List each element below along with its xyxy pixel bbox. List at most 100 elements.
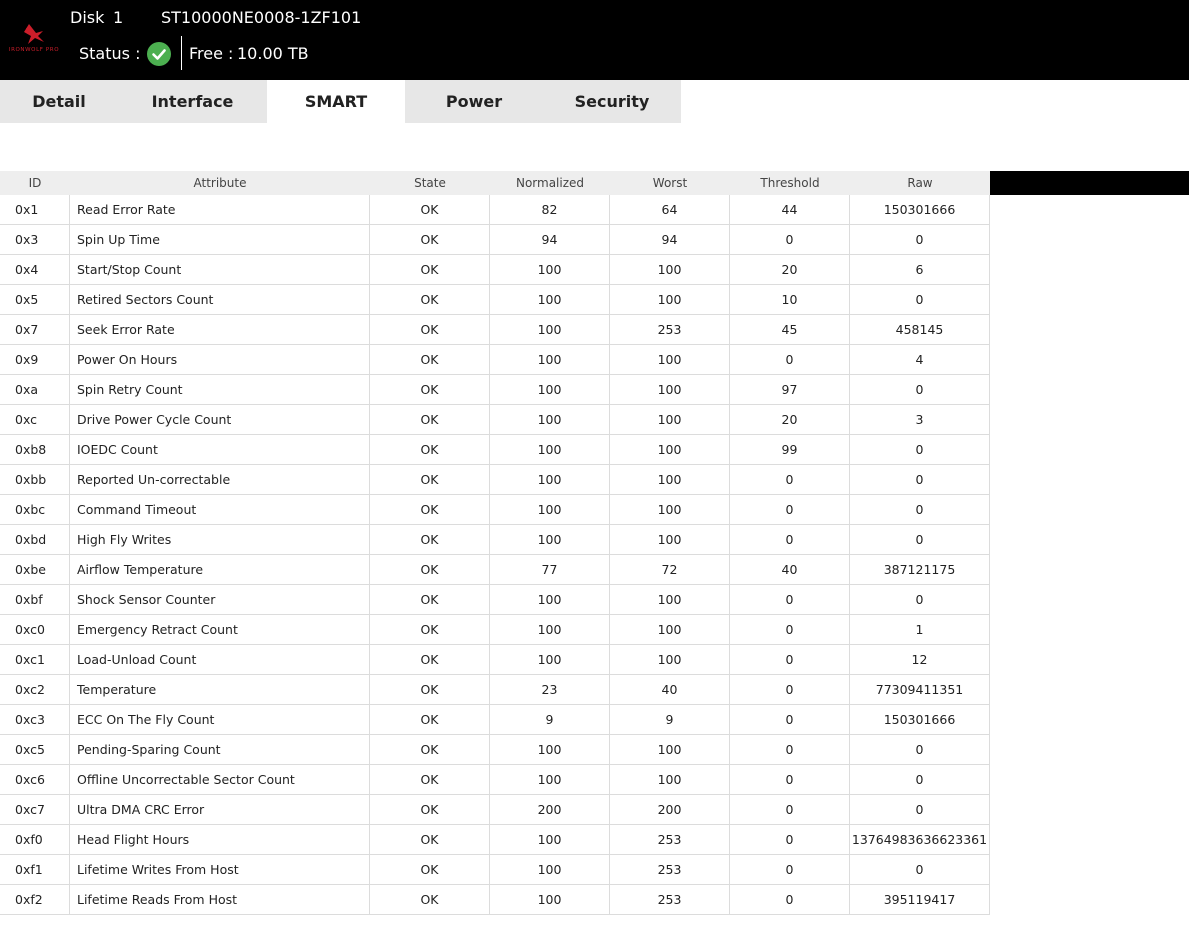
cell-state: OK xyxy=(370,555,490,585)
cell-id: 0xbc xyxy=(0,495,70,525)
app-header: IRONWOLF PRO Disk 1 ST10000NE0008-1ZF101… xyxy=(0,0,1189,80)
cell-state: OK xyxy=(370,405,490,435)
cell-worst: 100 xyxy=(610,435,730,465)
cell-threshold: 0 xyxy=(730,885,850,915)
table-header-extension xyxy=(990,171,1189,195)
cell-raw: 12 xyxy=(850,645,990,675)
table-row[interactable]: 0xbf Shock Sensor Counter OK 100 100 0 0 xyxy=(0,585,990,615)
cell-worst: 253 xyxy=(610,885,730,915)
table-row[interactable]: 0xb8 IOEDC Count OK 100 100 99 0 xyxy=(0,435,990,465)
cell-state: OK xyxy=(370,855,490,885)
cell-threshold: 44 xyxy=(730,195,850,225)
cell-worst: 200 xyxy=(610,795,730,825)
table-row[interactable]: 0xf0 Head Flight Hours OK 100 253 0 1376498363… xyxy=(0,825,990,855)
cell-worst: 100 xyxy=(610,585,730,615)
cell-raw: 0 xyxy=(850,735,990,765)
tab-power[interactable]: Power xyxy=(405,80,543,123)
cell-state: OK xyxy=(370,285,490,315)
cell-state: OK xyxy=(370,615,490,645)
table-row[interactable]: 0xc3 ECC On The Fly Count OK 9 9 0 150301666 xyxy=(0,705,990,735)
table-row[interactable]: 0xbd High Fly Writes OK 100 100 0 0 xyxy=(0,525,990,555)
table-row[interactable]: 0x9 Power On Hours OK 100 100 0 4 xyxy=(0,345,990,375)
cell-threshold: 97 xyxy=(730,375,850,405)
ironwolf-logo: IRONWOLF PRO xyxy=(2,20,66,60)
table-row[interactable]: 0xc0 Emergency Retract Count OK 100 100 0 1 xyxy=(0,615,990,645)
tab-security[interactable]: Security xyxy=(543,80,681,123)
column-header-id: ID xyxy=(28,176,42,190)
cell-raw: 0 xyxy=(850,585,990,615)
cell-id: 0xbe xyxy=(0,555,70,585)
cell-worst: 100 xyxy=(610,735,730,765)
cell-normalized: 100 xyxy=(490,585,610,615)
table-row[interactable]: 0xbe Airflow Temperature OK 77 72 40 387121175 xyxy=(0,555,990,585)
cell-raw: 387121175 xyxy=(850,555,990,585)
table-row[interactable]: 0xbb Reported Un-correctable OK 100 100 0 0 xyxy=(0,465,990,495)
table-row[interactable]: 0xbc Command Timeout OK 100 100 0 0 xyxy=(0,495,990,525)
cell-threshold: 0 xyxy=(730,765,850,795)
cell-threshold: 0 xyxy=(730,585,850,615)
table-row[interactable]: 0xf2 Lifetime Reads From Host OK 100 253 0 395… xyxy=(0,885,990,915)
table-row[interactable]: 0xc6 Offline Uncorrectable Sector Count OK… xyxy=(0,765,990,795)
cell-worst: 100 xyxy=(610,615,730,645)
table-row[interactable]: 0x4 Start/Stop Count OK 100 100 20 6 xyxy=(0,255,990,285)
cell-raw: 458145 xyxy=(850,315,990,345)
table-row[interactable]: 0xc5 Pending-Sparing Count OK 100 100 0 0 xyxy=(0,735,990,765)
cell-attribute: IOEDC Count xyxy=(70,435,370,465)
cell-normalized: 100 xyxy=(490,255,610,285)
cell-raw: 6 xyxy=(850,255,990,285)
cell-raw: 150301666 xyxy=(850,195,990,225)
tab-detail[interactable]: Detail xyxy=(0,80,118,123)
cell-raw: 0 xyxy=(850,525,990,555)
tab-interface[interactable]: Interface xyxy=(118,80,267,123)
cell-worst: 64 xyxy=(610,195,730,225)
cell-raw: 0 xyxy=(850,795,990,825)
cell-raw: 150301666 xyxy=(850,705,990,735)
cell-attribute: Airflow Temperature xyxy=(70,555,370,585)
table-row[interactable]: 0xc7 Ultra DMA CRC Error OK 200 200 0 0 xyxy=(0,795,990,825)
cell-worst: 100 xyxy=(610,345,730,375)
cell-worst: 100 xyxy=(610,525,730,555)
cell-attribute: Shock Sensor Counter xyxy=(70,585,370,615)
cell-worst: 100 xyxy=(610,375,730,405)
cell-state: OK xyxy=(370,645,490,675)
cell-attribute: Command Timeout xyxy=(70,495,370,525)
cell-worst: 94 xyxy=(610,225,730,255)
cell-raw: 395119417 xyxy=(850,885,990,915)
cell-threshold: 0 xyxy=(730,465,850,495)
header-divider xyxy=(181,36,182,70)
cell-raw: 1 xyxy=(850,615,990,645)
table-row[interactable]: 0xc2 Temperature OK 23 40 0 77309411351 xyxy=(0,675,990,705)
cell-attribute: Offline Uncorrectable Sector Count xyxy=(70,765,370,795)
cell-normalized: 100 xyxy=(490,645,610,675)
table-row[interactable]: 0xa Spin Retry Count OK 100 100 97 0 xyxy=(0,375,990,405)
cell-state: OK xyxy=(370,255,490,285)
table-row[interactable]: 0x1 Read Error Rate OK 82 64 44 150301666 xyxy=(0,195,990,225)
table-row[interactable]: 0xf1 Lifetime Writes From Host OK 100 253 0 0 xyxy=(0,855,990,885)
cell-attribute: Lifetime Reads From Host xyxy=(70,885,370,915)
cell-raw: 0 xyxy=(850,855,990,885)
table-row[interactable]: 0x7 Seek Error Rate OK 100 253 45 458145 xyxy=(0,315,990,345)
smart-table-header: ID Attribute State Normalized Worst Thre… xyxy=(0,171,990,195)
cell-attribute: Emergency Retract Count xyxy=(70,615,370,645)
cell-threshold: 0 xyxy=(730,345,850,375)
cell-attribute: Reported Un-correctable xyxy=(70,465,370,495)
tab-smart[interactable]: SMART xyxy=(267,80,405,123)
cell-raw: 77309411351 xyxy=(850,675,990,705)
cell-threshold: 40 xyxy=(730,555,850,585)
cell-threshold: 0 xyxy=(730,855,850,885)
cell-id: 0xc5 xyxy=(0,735,70,765)
cell-id: 0xbb xyxy=(0,465,70,495)
cell-id: 0x5 xyxy=(0,285,70,315)
table-row[interactable]: 0x5 Retired Sectors Count OK 100 100 10 0 xyxy=(0,285,990,315)
cell-state: OK xyxy=(370,345,490,375)
table-row[interactable]: 0xc1 Load-Unload Count OK 100 100 0 12 xyxy=(0,645,990,675)
table-row[interactable]: 0x3 Spin Up Time OK 94 94 0 0 xyxy=(0,225,990,255)
cell-id: 0xc2 xyxy=(0,675,70,705)
cell-normalized: 9 xyxy=(490,705,610,735)
brand-text: IRONWOLF PRO xyxy=(8,47,60,53)
cell-threshold: 0 xyxy=(730,225,850,255)
cell-attribute: Seek Error Rate xyxy=(70,315,370,345)
table-row[interactable]: 0xc Drive Power Cycle Count OK 100 100 20 3 xyxy=(0,405,990,435)
cell-worst: 72 xyxy=(610,555,730,585)
cell-threshold: 0 xyxy=(730,615,850,645)
